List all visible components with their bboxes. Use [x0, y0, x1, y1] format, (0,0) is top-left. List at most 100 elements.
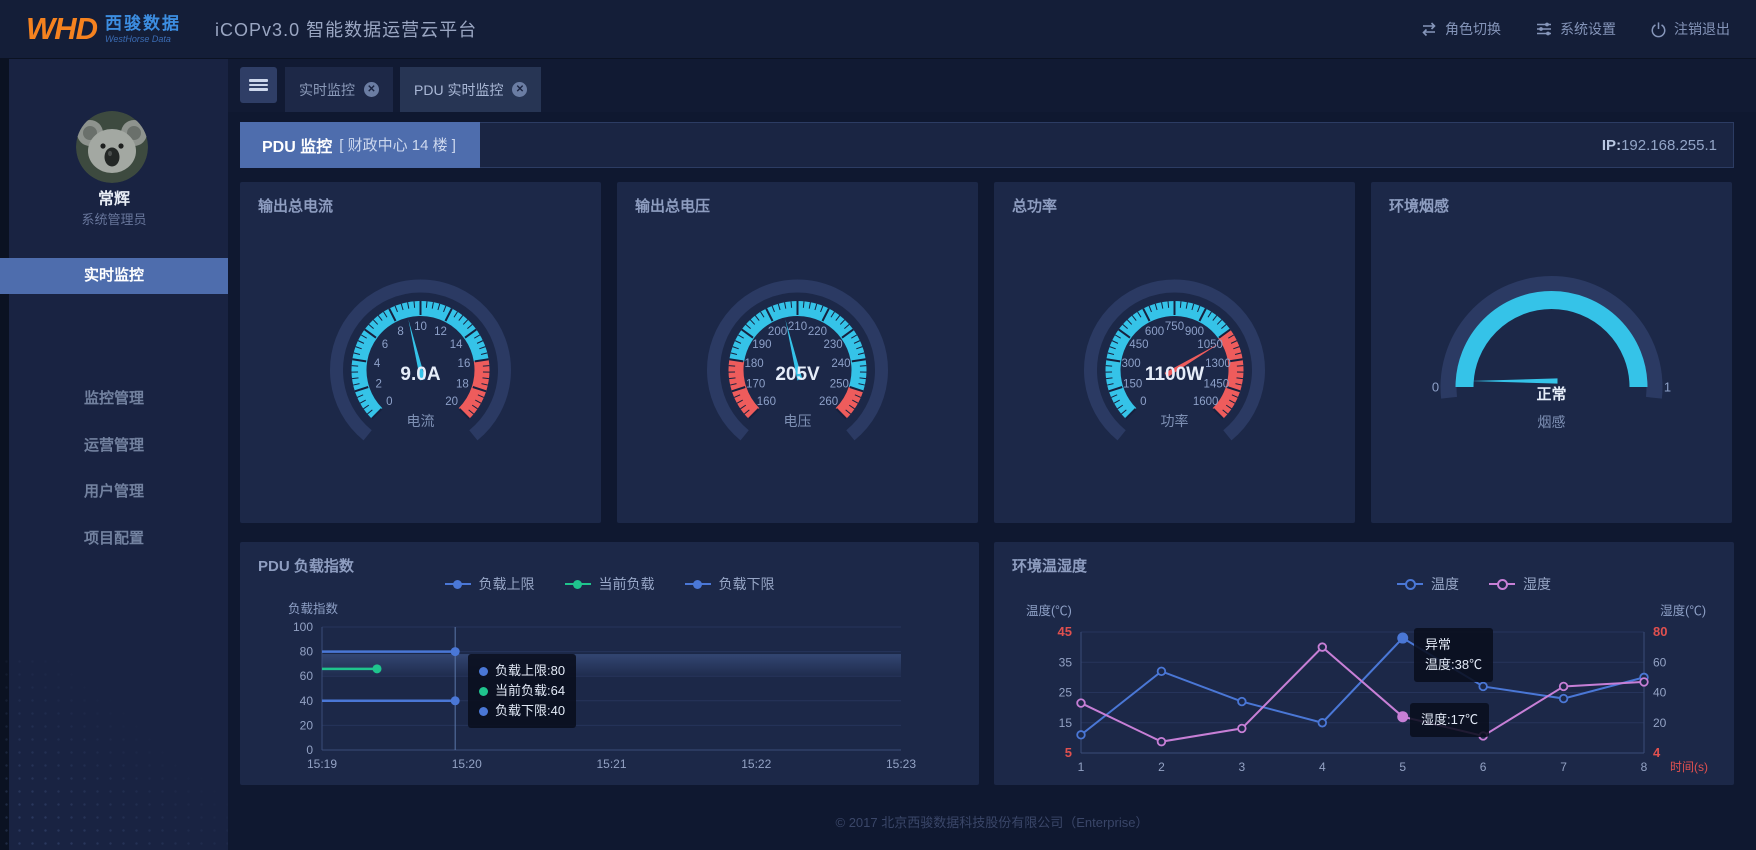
- temperature-tooltip: 异常 温度:38℃: [1414, 628, 1493, 682]
- svg-text:3: 3: [1239, 760, 1246, 774]
- svg-text:150: 150: [1123, 379, 1142, 391]
- svg-text:80: 80: [300, 645, 314, 659]
- sidebar-item-operation-mgmt[interactable]: 运营管理: [0, 434, 228, 458]
- system-settings-button[interactable]: 系统设置: [1535, 19, 1616, 39]
- tooltip-row: 负载上限:80: [495, 661, 565, 681]
- svg-text:4: 4: [374, 358, 381, 370]
- legend-label: 负载下限: [719, 574, 775, 594]
- legend-item-load-lower[interactable]: 负载下限: [685, 574, 775, 594]
- right-axis-label: 湿度(℃): [1660, 600, 1706, 619]
- koala-avatar-image: [76, 111, 148, 183]
- svg-text:600: 600: [1145, 326, 1164, 338]
- legend-item-load-current[interactable]: 当前负载: [565, 574, 655, 594]
- role-switch-label: 角色切换: [1445, 19, 1501, 39]
- user-role: 系统管理员: [0, 209, 228, 228]
- svg-text:1600: 1600: [1193, 396, 1219, 408]
- app-title: iCOPv3.0 智能数据运营云平台: [215, 16, 477, 42]
- svg-text:250: 250: [830, 379, 849, 391]
- close-icon[interactable]: ✕: [364, 82, 379, 97]
- voltage-gauge-card: 输出总电压 1601701801902002102202302402502602…: [617, 182, 978, 523]
- load-chart-card: PDU 负载指数 负载上限 当前负载 负载下限 负载指数 02040608010…: [240, 542, 979, 785]
- tooltip-row: 异常: [1425, 635, 1482, 655]
- svg-text:300: 300: [1121, 358, 1140, 370]
- voltage-gauge: 160170180190200210220230240250260205V电压: [617, 212, 978, 512]
- power-gauge-card: 总功率 015030045060075090010501300145016001…: [994, 182, 1355, 523]
- tab-label: PDU 实时监控: [414, 80, 503, 100]
- avatar: [76, 111, 148, 183]
- svg-text:60: 60: [1653, 655, 1667, 669]
- page-location: [ 财政中心 14 楼 ]: [339, 134, 456, 155]
- tooltip-row: 当前负载:64: [495, 681, 565, 701]
- svg-text:20: 20: [300, 718, 314, 732]
- tab-realtime-monitor[interactable]: 实时监控 ✕: [285, 67, 393, 112]
- y-axis-label: 负载指数: [288, 598, 338, 617]
- current-gauge-card: 输出总电流 024681012141618209.0A电流: [240, 182, 601, 523]
- tab-strip: 实时监控 ✕ PDU 实时监控 ✕: [228, 59, 1756, 112]
- system-settings-label: 系统设置: [1560, 19, 1616, 39]
- open-tabs: 实时监控 ✕ PDU 实时监控 ✕: [285, 67, 541, 112]
- svg-text:190: 190: [752, 339, 771, 351]
- logo-abbr: WHD: [26, 11, 97, 47]
- app-header: WHD 西骏数据 WestHorse Data iCOPv3.0 智能数据运营云…: [0, 0, 1756, 59]
- svg-text:1100W: 1100W: [1145, 364, 1204, 385]
- svg-text:15:23: 15:23: [886, 757, 916, 771]
- svg-text:18: 18: [456, 379, 469, 391]
- pdu-dashboard: WHD 西骏数据 WestHorse Data iCOPv3.0 智能数据运营云…: [0, 0, 1756, 850]
- copyright-footer: © 2017 北京西骏数据科技股份有限公司（Enterprise）: [228, 812, 1756, 831]
- svg-text:0: 0: [306, 743, 313, 757]
- svg-text:0: 0: [386, 396, 392, 408]
- svg-text:200: 200: [768, 326, 787, 338]
- sidebar-item-realtime-monitor[interactable]: 实时监控: [0, 258, 228, 294]
- tooltip-row: 温度:38℃: [1425, 655, 1482, 675]
- collapse-menu-button[interactable]: [240, 67, 277, 103]
- tab-label: 实时监控: [299, 80, 355, 100]
- svg-text:8: 8: [397, 326, 403, 338]
- svg-text:15:22: 15:22: [741, 757, 771, 771]
- legend-item-humidity[interactable]: 湿度: [1489, 574, 1551, 594]
- sidebar-item-user-mgmt[interactable]: 用户管理: [0, 480, 228, 504]
- svg-text:2: 2: [1158, 760, 1165, 774]
- svg-text:5: 5: [1065, 745, 1072, 760]
- svg-text:时间(s): 时间(s): [1670, 760, 1708, 774]
- svg-text:9.0A: 9.0A: [400, 364, 440, 385]
- svg-text:15:21: 15:21: [596, 757, 626, 771]
- svg-text:12: 12: [434, 326, 447, 338]
- device-ip: IP:192.168.255.1: [1602, 137, 1717, 154]
- svg-text:2: 2: [375, 379, 381, 391]
- svg-text:20: 20: [1653, 716, 1667, 730]
- svg-text:10: 10: [414, 321, 427, 333]
- svg-text:0: 0: [1432, 380, 1439, 395]
- svg-text:烟感: 烟感: [1538, 414, 1566, 430]
- tab-pdu-realtime-monitor[interactable]: PDU 实时监控 ✕: [400, 67, 541, 112]
- svg-text:1: 1: [1078, 760, 1085, 774]
- ip-label: IP:: [1602, 137, 1621, 154]
- sidebar-item-label: 项目配置: [84, 530, 144, 547]
- svg-text:15: 15: [1059, 716, 1073, 730]
- svg-text:8: 8: [1641, 760, 1648, 774]
- legend-label: 温度: [1431, 574, 1459, 594]
- svg-text:14: 14: [450, 339, 463, 351]
- load-chart-legend: 负载上限 当前负载 负载下限: [240, 574, 979, 594]
- settings-icon: [1535, 21, 1553, 37]
- env-chart-card: 环境温湿度 温度 湿度 温度(℃) 湿度(℃) 5415202540356045…: [994, 542, 1734, 785]
- svg-text:15:19: 15:19: [307, 757, 337, 771]
- logout-button[interactable]: 注销退出: [1650, 19, 1730, 39]
- sidebar-item-label: 监控管理: [84, 390, 144, 407]
- smoke-gauge: 01正常烟感: [1371, 212, 1732, 512]
- close-icon[interactable]: ✕: [512, 82, 527, 97]
- svg-text:750: 750: [1165, 321, 1184, 333]
- smoke-gauge-card: 环境烟感 01正常烟感: [1371, 182, 1732, 523]
- svg-text:7: 7: [1560, 760, 1567, 774]
- legend-item-temperature[interactable]: 温度: [1397, 574, 1459, 594]
- tooltip-row: 负载下限:40: [495, 701, 565, 721]
- svg-text:180: 180: [744, 358, 763, 370]
- logout-label: 注销退出: [1674, 19, 1730, 39]
- legend-item-load-upper[interactable]: 负载上限: [445, 574, 535, 594]
- sidebar-item-monitor-mgmt[interactable]: 监控管理: [0, 387, 228, 411]
- role-switch-button[interactable]: 角色切换: [1420, 19, 1501, 39]
- svg-text:35: 35: [1059, 655, 1073, 669]
- page-title: PDU 监控: [262, 133, 332, 157]
- page-title-bar: PDU 监控 [ 财政中心 14 楼 ] IP:192.168.255.1: [240, 122, 1734, 168]
- svg-text:16: 16: [458, 358, 471, 370]
- sidebar-item-project-config[interactable]: 项目配置: [0, 527, 228, 551]
